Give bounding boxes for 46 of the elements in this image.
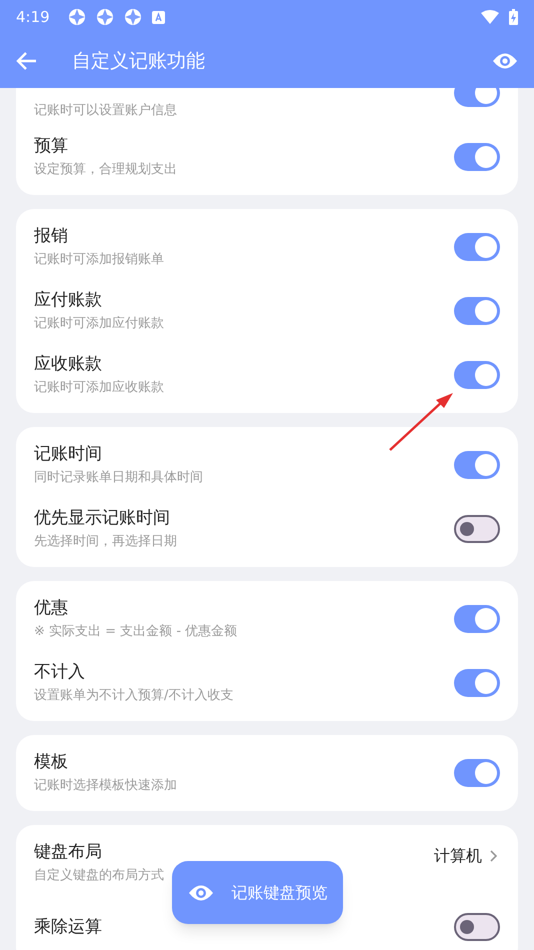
setting-value: 计算机 (434, 845, 482, 867)
toggle-switch[interactable] (454, 451, 500, 479)
setting-title: 记账时间 (34, 443, 103, 466)
keyboard-preview-button[interactable]: 记账键盘预览 (172, 861, 343, 924)
setting-title: 应付账款 (34, 289, 103, 312)
setting-title: 优先显示记账时间 (34, 507, 171, 530)
wifi-icon (481, 10, 499, 24)
toggle-switch[interactable] (454, 605, 500, 633)
notification-icon (152, 10, 165, 24)
back-arrow-icon[interactable] (16, 51, 38, 71)
eye-icon (188, 884, 214, 902)
aperture-icon (68, 8, 86, 26)
setting-description: 自定义键盘的布局方式 (34, 867, 165, 885)
page-title: 自定义记账功能 (72, 48, 206, 74)
aperture-icon (124, 8, 142, 26)
toggle-switch[interactable] (454, 233, 500, 261)
setting-description: 记账时可添加应付账款 (34, 315, 165, 333)
eye-icon[interactable] (492, 52, 518, 70)
setting-description: 记账时可以设置账户信息 (34, 103, 177, 118)
status-time: 4:19 (16, 6, 50, 28)
setting-description: 同时记录账单日期和具体时间 (34, 469, 204, 487)
toggle-switch[interactable] (454, 669, 500, 697)
setting-title: 模板 (34, 751, 69, 774)
toggle-switch[interactable] (454, 759, 500, 787)
setting-title: 键盘布局 (34, 841, 103, 864)
setting-description: 设置账单为不计入预算/不计入收支 (34, 687, 234, 705)
toggle-switch[interactable] (454, 913, 500, 941)
battery-icon (509, 9, 518, 25)
setting-description: 记账时可添加报销账单 (34, 251, 165, 269)
aperture-icon (96, 8, 114, 26)
setting-title: 乘除运算 (34, 916, 103, 939)
toggle-switch[interactable] (454, 143, 500, 171)
setting-title: 预算 (34, 135, 69, 158)
setting-description: ※ 实际支出 = 支出金额 - 优惠金额 (34, 623, 238, 641)
setting-title: 报销 (34, 225, 69, 248)
setting-description: 设定预算，合理规划支出 (34, 161, 178, 179)
toggle-switch[interactable] (454, 515, 500, 543)
toggle-switch[interactable] (454, 88, 500, 107)
toggle-switch[interactable] (454, 297, 500, 325)
setting-description: 记账时可添加应收账款 (34, 379, 165, 397)
setting-title: 应收账款 (34, 353, 103, 376)
setting-title: 优惠 (34, 597, 69, 620)
setting-description: 记账时选择模板快速添加 (34, 777, 178, 795)
toggle-switch[interactable] (454, 361, 500, 389)
setting-title: 不计入 (34, 661, 86, 684)
setting-description: 先选择时间，再选择日期 (34, 533, 178, 551)
